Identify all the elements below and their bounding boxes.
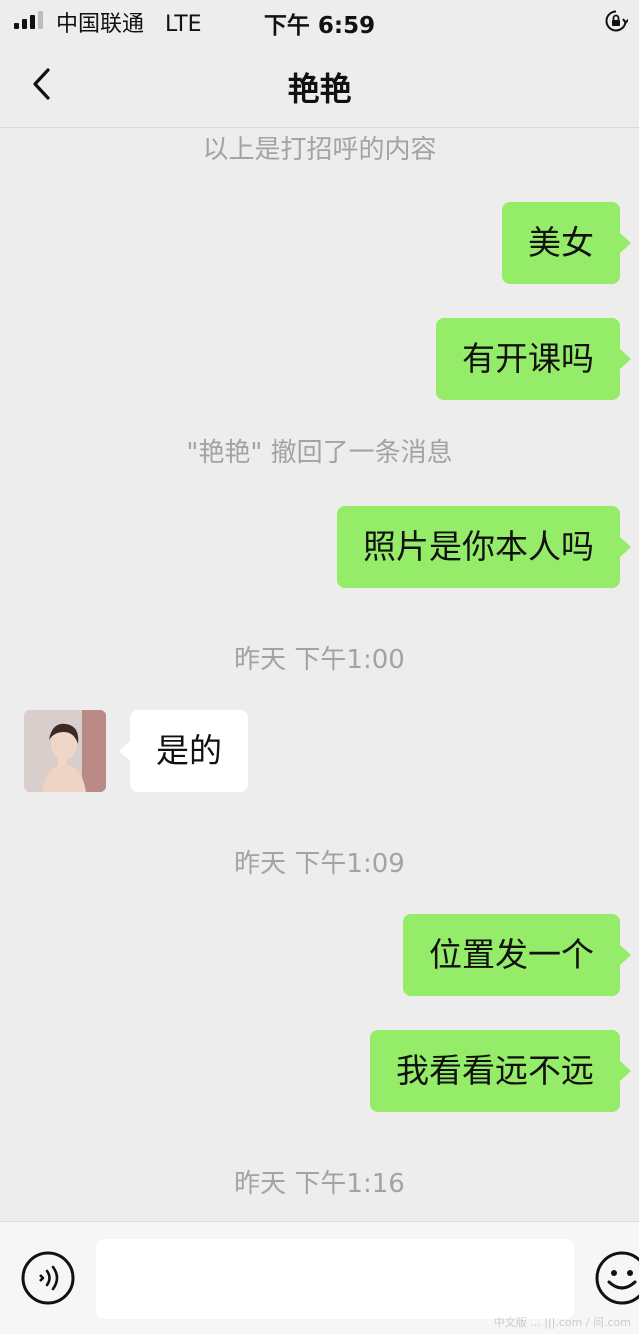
avatar-photo — [24, 710, 106, 792]
contact-avatar[interactable] — [24, 710, 106, 792]
voice-icon[interactable] — [20, 1250, 76, 1306]
chat-screen: 中国联通 LTE 下午 6:59 艳艳 以上是打招呼的内容 美女 有开课吗 "艳… — [0, 0, 639, 1334]
system-notice: 以上是打招呼的内容 — [202, 135, 437, 165]
message-list: 以上是打招呼的内容 美女 有开课吗 "艳艳" 撤回了一条消息 照片是你本人吗 昨… — [0, 129, 639, 1221]
input-bar: 中文版 ... |||.com / 问.com — [0, 1221, 639, 1334]
orientation-lock-icon — [605, 10, 628, 32]
outgoing-message[interactable]: 美女 — [502, 202, 631, 284]
chat-title: 艳艳 — [287, 70, 352, 108]
emoji-icon[interactable] — [594, 1250, 639, 1306]
watermark: 中文版 ... |||.com / 问.com — [493, 1316, 631, 1329]
timestamp: 昨天 下午1:16 — [234, 1169, 405, 1199]
outgoing-message[interactable]: 位置发一个 — [403, 914, 631, 996]
incoming-message[interactable]: 是的 — [119, 710, 248, 792]
timestamp: 昨天 下午1:00 — [234, 645, 405, 675]
status-time: 下午 6:59 — [263, 13, 376, 39]
nav-bar: 艳艳 — [0, 40, 639, 128]
outgoing-message[interactable]: 我看看远不远 — [370, 1030, 631, 1112]
outgoing-message[interactable]: 照片是你本人吗 — [337, 506, 631, 588]
status-bar: 中国联通 LTE 下午 6:59 — [0, 0, 639, 40]
recall-notice: "艳艳" 撤回了一条消息 — [186, 438, 453, 468]
outgoing-message[interactable]: 有开课吗 — [436, 318, 631, 400]
message-input[interactable] — [96, 1239, 574, 1319]
timestamp: 昨天 下午1:09 — [234, 849, 405, 879]
